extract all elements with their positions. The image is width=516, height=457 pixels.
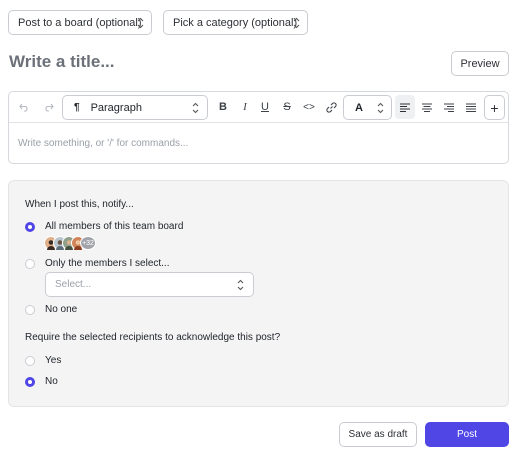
notify-option-none-radio[interactable] <box>25 305 35 315</box>
notify-option-selected-label[interactable]: Only the members I select... <box>45 258 170 269</box>
notify-option-selected-radio[interactable] <box>25 259 35 269</box>
add-block-button[interactable]: + <box>484 95 505 120</box>
avatar-overflow-count: +32 <box>80 236 96 250</box>
chevron-up-down-icon <box>293 17 300 29</box>
acknowledge-heading: Require the selected recipients to ackno… <box>25 332 281 343</box>
align-center-icon[interactable] <box>417 95 437 119</box>
align-right-icon[interactable] <box>439 95 459 119</box>
chevron-up-down-icon <box>377 102 384 114</box>
undo-icon[interactable] <box>14 95 34 119</box>
underline-button[interactable]: U <box>255 95 275 119</box>
align-left-icon[interactable] <box>395 95 415 119</box>
bold-button[interactable]: B <box>213 95 233 119</box>
preview-button[interactable]: Preview <box>451 51 509 76</box>
board-select-label: Post to a board (optional) <box>18 16 142 29</box>
notify-option-none-label[interactable]: No one <box>45 304 77 315</box>
category-select[interactable]: Pick a category (optional) <box>163 10 308 35</box>
align-justify-icon[interactable] <box>461 95 481 119</box>
chevron-up-down-icon <box>192 102 199 114</box>
post-button[interactable]: Post <box>425 422 509 447</box>
notify-option-all-label[interactable]: All members of this team board <box>45 221 183 232</box>
chevron-up-down-icon <box>137 17 144 29</box>
member-select[interactable]: Select... <box>45 272 254 297</box>
title-input[interactable]: Write a title... <box>9 52 115 72</box>
chevron-up-down-icon <box>237 279 244 291</box>
rich-text-editor[interactable]: ¶ Paragraph B I U S <> A + <box>8 91 509 164</box>
paragraph-style-label: Paragraph <box>90 101 142 114</box>
save-draft-button[interactable]: Save as draft <box>339 422 417 447</box>
notify-option-all-radio[interactable] <box>25 222 35 232</box>
italic-button[interactable]: I <box>235 95 255 119</box>
acknowledge-no-label[interactable]: No <box>45 376 58 387</box>
acknowledge-yes-label[interactable]: Yes <box>45 355 61 366</box>
acknowledge-yes-radio[interactable] <box>25 356 35 366</box>
code-button[interactable]: <> <box>299 95 319 119</box>
editor-toolbar: ¶ Paragraph B I U S <> A + <box>9 92 508 123</box>
category-select-label: Pick a category (optional) <box>173 16 298 29</box>
acknowledge-no-radio[interactable] <box>25 377 35 387</box>
editor-body-placeholder[interactable]: Write something, or '/' for commands... <box>18 138 188 149</box>
board-select[interactable]: Post to a board (optional) <box>8 10 152 35</box>
text-color-select[interactable]: A <box>343 95 392 120</box>
strikethrough-button[interactable]: S <box>277 95 297 119</box>
text-color-label: A <box>355 101 363 114</box>
paragraph-style-select[interactable]: ¶ Paragraph <box>62 95 208 120</box>
paragraph-icon: ¶ <box>74 102 80 113</box>
link-icon[interactable] <box>321 95 341 119</box>
member-select-placeholder: Select... <box>55 279 92 290</box>
notify-heading: When I post this, notify... <box>25 199 134 210</box>
redo-icon[interactable] <box>38 95 58 119</box>
